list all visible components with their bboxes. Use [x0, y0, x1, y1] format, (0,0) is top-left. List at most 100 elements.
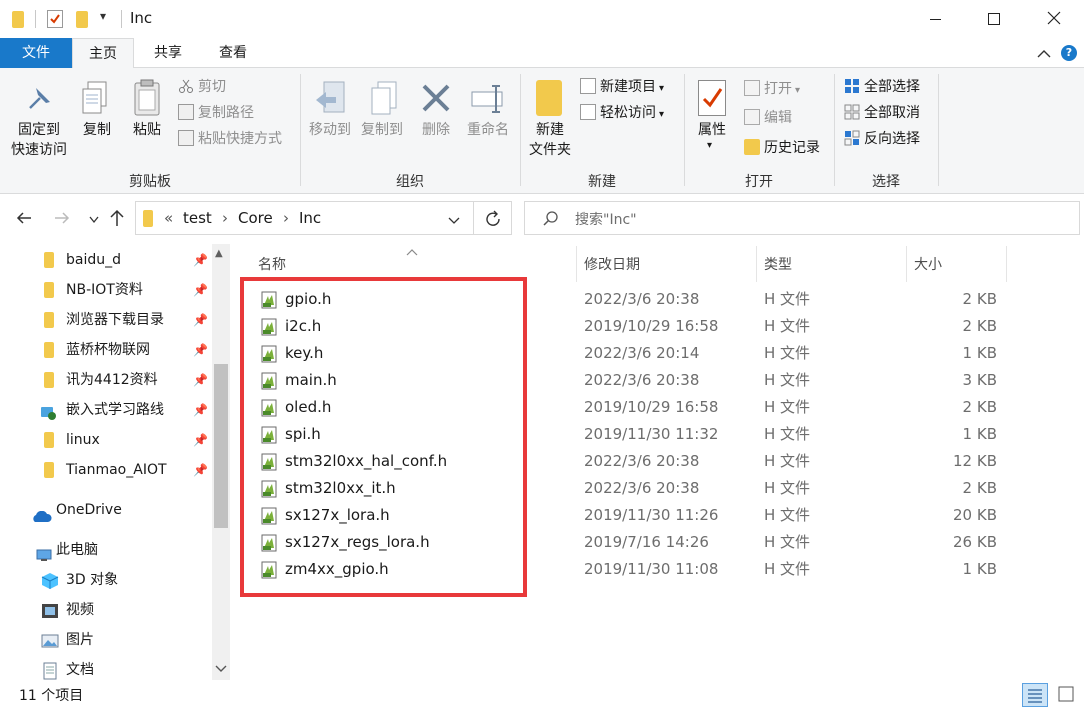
new-folder-button[interactable]: 新建 文件夹	[524, 72, 576, 164]
chevron-right-icon[interactable]: ›	[283, 209, 289, 227]
help-icon[interactable]: ?	[1061, 45, 1077, 61]
copy-to-button[interactable]: 复制到	[356, 72, 408, 164]
pin-icon[interactable]: 📌	[193, 425, 208, 455]
nav-item-quick-access[interactable]: 嵌入式学习路线 📌	[0, 395, 212, 425]
chevron-right-icon[interactable]: ›	[222, 209, 228, 227]
pin-icon[interactable]: 📌	[193, 305, 208, 335]
cut-button[interactable]: 剪切	[178, 76, 226, 98]
new-folder-qat-icon[interactable]	[76, 11, 88, 28]
breadcrumb-test[interactable]: test	[183, 209, 212, 227]
nav-item-quick-access[interactable]: linux 📌	[0, 425, 212, 455]
new-item-button[interactable]: 新建项目 ▾	[580, 76, 664, 98]
refresh-button[interactable]	[474, 201, 512, 235]
nav-scrollbar[interactable]: ▲	[212, 244, 230, 680]
close-icon[interactable]	[1046, 10, 1062, 26]
address-box[interactable]: « test › Core › Inc	[135, 201, 474, 235]
rename-button[interactable]: 重命名	[462, 72, 514, 164]
copy-label: 复制	[83, 122, 111, 138]
large-icons-view-button[interactable]	[1054, 683, 1080, 707]
highlight-box	[240, 277, 527, 597]
tab-share[interactable]: 共享	[138, 38, 198, 68]
tab-file[interactable]: 文件	[0, 38, 72, 68]
tab-home[interactable]: 主页	[72, 38, 134, 69]
pin-icon[interactable]: 📌	[193, 455, 208, 485]
invert-selection-button[interactable]: 反向选择	[844, 128, 920, 150]
column-header-type[interactable]: 类型	[764, 250, 792, 280]
nav-item-quick-access[interactable]: Tianmao_AIOT 📌	[0, 455, 212, 485]
search-box[interactable]: 搜索"Inc"	[524, 201, 1080, 235]
pin-icon[interactable]: 📌	[193, 395, 208, 425]
minimize-icon[interactable]	[930, 19, 941, 20]
select-all-label: 全部选择	[864, 79, 920, 95]
nav-item-this-pc[interactable]: 此电脑	[0, 535, 212, 565]
properties-button[interactable]: 属性 ▾	[690, 72, 734, 164]
select-all-button[interactable]: 全部选择	[844, 76, 920, 98]
file-size: 3 KB	[962, 371, 997, 389]
scroll-down-icon[interactable]	[215, 662, 227, 672]
open-button[interactable]: 打开 ▾	[744, 78, 800, 100]
nav-item-pc[interactable]: 图片	[0, 625, 212, 655]
column-header-size[interactable]: 大小	[914, 250, 942, 280]
paste-button[interactable]: 粘贴	[126, 72, 168, 164]
nav-item-onedrive[interactable]: OneDrive	[0, 495, 212, 525]
file-size: 2 KB	[962, 290, 997, 308]
address-dropdown-icon[interactable]	[448, 214, 460, 224]
edit-button[interactable]: 编辑	[744, 107, 792, 129]
search-input[interactable]: 搜索"Inc"	[575, 209, 637, 229]
paste-shortcut-button[interactable]: 粘贴快捷方式	[178, 128, 282, 150]
forward-arrow-icon[interactable]	[53, 209, 71, 227]
nav-item-quick-access[interactable]: 讯为4412资料 📌	[0, 365, 212, 395]
pin-icon[interactable]: 📌	[193, 365, 208, 395]
select-none-button[interactable]: 全部取消	[844, 102, 920, 124]
nav-item-pc[interactable]: 3D 对象	[0, 565, 212, 595]
open-label: 打开	[764, 81, 792, 97]
copy-path-button[interactable]: 复制路径	[178, 102, 254, 124]
recent-locations-icon[interactable]	[88, 213, 100, 224]
history-label: 历史记录	[764, 140, 820, 156]
breadcrumb-inc[interactable]: Inc	[299, 209, 321, 227]
properties-qat-icon[interactable]	[47, 10, 63, 28]
maximize-icon[interactable]	[988, 13, 1000, 25]
easy-access-button[interactable]: 轻松访问 ▾	[580, 102, 664, 124]
delete-button[interactable]: 删除	[414, 72, 458, 164]
column-header-name[interactable]: 名称	[258, 250, 286, 280]
scrollbar-thumb[interactable]	[214, 364, 228, 528]
nav-label: linux	[66, 432, 100, 448]
nav-item-quick-access[interactable]: 蓝桥杯物联网 📌	[0, 335, 212, 365]
chevron-down-icon: ▾	[795, 85, 801, 96]
folder-icon	[12, 11, 24, 28]
file-type: H 文件	[764, 317, 811, 335]
scroll-up-icon[interactable]: ▲	[215, 248, 223, 259]
nav-item-quick-access[interactable]: baidu_d 📌	[0, 245, 212, 275]
pin-icon[interactable]: 📌	[193, 335, 208, 365]
column-divider[interactable]	[756, 246, 757, 282]
nav-label: baidu_d	[66, 252, 122, 268]
pin-icon[interactable]: 📌	[193, 245, 208, 275]
nav-item-pc[interactable]: 视频	[0, 595, 212, 625]
qat-dropdown-icon[interactable]: ▾	[100, 9, 106, 23]
details-view-button[interactable]	[1022, 683, 1048, 707]
cut-label: 剪切	[198, 79, 226, 95]
pin-icon[interactable]: 📌	[193, 275, 208, 305]
nav-item-quick-access[interactable]: NB-IOT资料 📌	[0, 275, 212, 305]
file-date: 2019/7/16 14:26	[584, 533, 709, 551]
move-to-button[interactable]: 移动到	[304, 72, 356, 164]
back-arrow-icon[interactable]	[15, 209, 33, 227]
organize-group-label: 组织	[396, 174, 424, 190]
history-button[interactable]: 历史记录	[744, 137, 820, 159]
column-divider[interactable]	[1006, 246, 1007, 282]
up-arrow-icon[interactable]	[108, 208, 126, 228]
column-header-date[interactable]: 修改日期	[584, 250, 640, 280]
edit-icon	[744, 109, 760, 125]
breadcrumb-overflow[interactable]: «	[164, 209, 173, 227]
column-divider[interactable]	[906, 246, 907, 282]
copy-button[interactable]: 复制	[76, 72, 118, 164]
tab-view[interactable]: 查看	[203, 38, 263, 68]
breadcrumb-core[interactable]: Core	[238, 209, 273, 227]
nav-label: OneDrive	[56, 502, 122, 518]
nav-item-quick-access[interactable]: 浏览器下载目录 📌	[0, 305, 212, 335]
pin-to-quick-access-button[interactable]: 固定到 快速访问	[4, 72, 72, 164]
column-divider[interactable]	[576, 246, 577, 282]
collapse-ribbon-icon[interactable]	[1037, 47, 1051, 61]
file-size: 2 KB	[962, 479, 997, 497]
